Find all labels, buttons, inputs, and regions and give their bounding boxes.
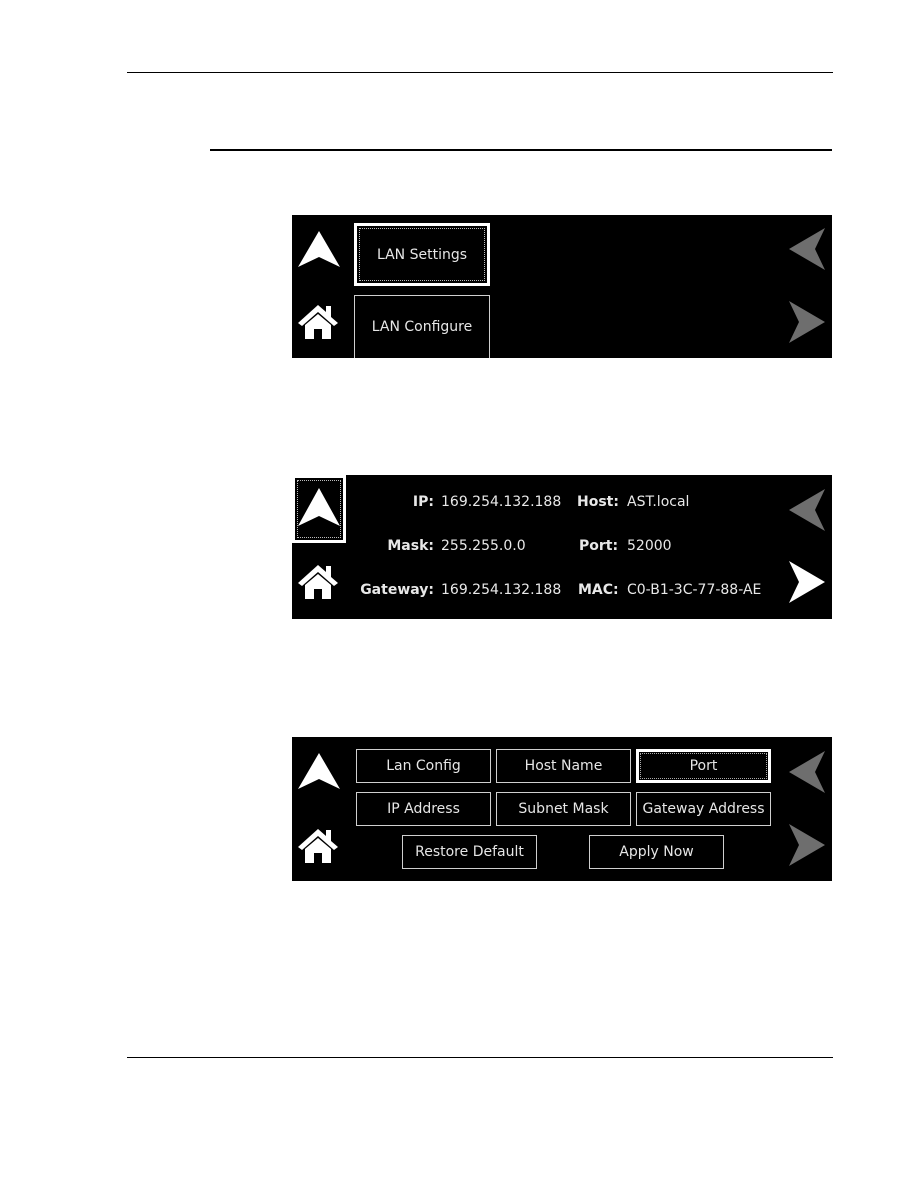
apply-now-label: Apply Now (619, 844, 694, 860)
mask-label: Mask: (387, 538, 434, 554)
restore-default-button[interactable]: Restore Default (402, 835, 537, 869)
home-icon[interactable] (298, 827, 338, 863)
ip-address-button[interactable]: IP Address (356, 792, 491, 826)
lan-config-button[interactable]: Lan Config (356, 749, 491, 783)
apply-now-button[interactable]: Apply Now (589, 835, 724, 869)
gateway-label: Gateway: (360, 582, 434, 598)
right-arrow-icon[interactable] (789, 824, 825, 866)
lan-configure-button[interactable]: LAN Configure (354, 295, 490, 358)
lan-settings-button[interactable]: LAN Settings (354, 223, 490, 286)
left-arrow-icon[interactable] (789, 228, 825, 270)
host-label: Host: (577, 494, 619, 510)
right-arrow-icon[interactable] (789, 561, 825, 603)
mac-label: MAC: (578, 582, 619, 598)
section-rule (210, 149, 832, 151)
port-button[interactable]: Port (636, 749, 771, 783)
ip-address-label: IP Address (387, 801, 460, 817)
gateway-value: 169.254.132.188 (441, 582, 562, 598)
gateway-address-label: Gateway Address (642, 801, 765, 817)
lan-menu-screen: LAN Settings LAN Configure (292, 215, 832, 358)
left-arrow-icon[interactable] (789, 489, 825, 531)
lan-settings-label: LAN Settings (376, 246, 468, 263)
port-label: Port: (579, 538, 619, 554)
right-arrow-icon[interactable] (789, 301, 825, 343)
ip-label: IP: (412, 494, 434, 510)
host-value: AST.local (627, 494, 690, 510)
up-arrow-icon[interactable] (298, 488, 340, 526)
ip-value: 169.254.132.188 (441, 494, 562, 510)
restore-default-label: Restore Default (415, 844, 524, 860)
subnet-mask-button[interactable]: Subnet Mask (496, 792, 631, 826)
lan-configure-label: LAN Configure (371, 319, 473, 335)
mac-value: C0-B1-3C-77-88-AE (627, 582, 762, 598)
lan-config-label: Lan Config (386, 758, 461, 774)
header-rule (127, 72, 833, 73)
home-icon[interactable] (298, 303, 338, 339)
left-arrow-icon[interactable] (789, 751, 825, 793)
up-arrow-icon[interactable] (298, 231, 340, 267)
port-value: 52000 (627, 538, 672, 554)
lan-configure-screen: Lan Config Host Name Port IP Address Sub… (292, 737, 832, 881)
subnet-mask-label: Subnet Mask (518, 801, 609, 817)
host-name-button[interactable]: Host Name (496, 749, 631, 783)
host-name-label: Host Name (524, 758, 603, 774)
port-label: Port (689, 758, 718, 774)
footer-rule (127, 1057, 833, 1058)
lan-settings-screen: IP: 169.254.132.188 Host: AST.local Mask… (292, 475, 832, 619)
gateway-address-button[interactable]: Gateway Address (636, 792, 771, 826)
up-arrow-icon[interactable] (298, 753, 340, 789)
mask-value: 255.255.0.0 (441, 538, 526, 554)
home-icon[interactable] (298, 563, 338, 599)
